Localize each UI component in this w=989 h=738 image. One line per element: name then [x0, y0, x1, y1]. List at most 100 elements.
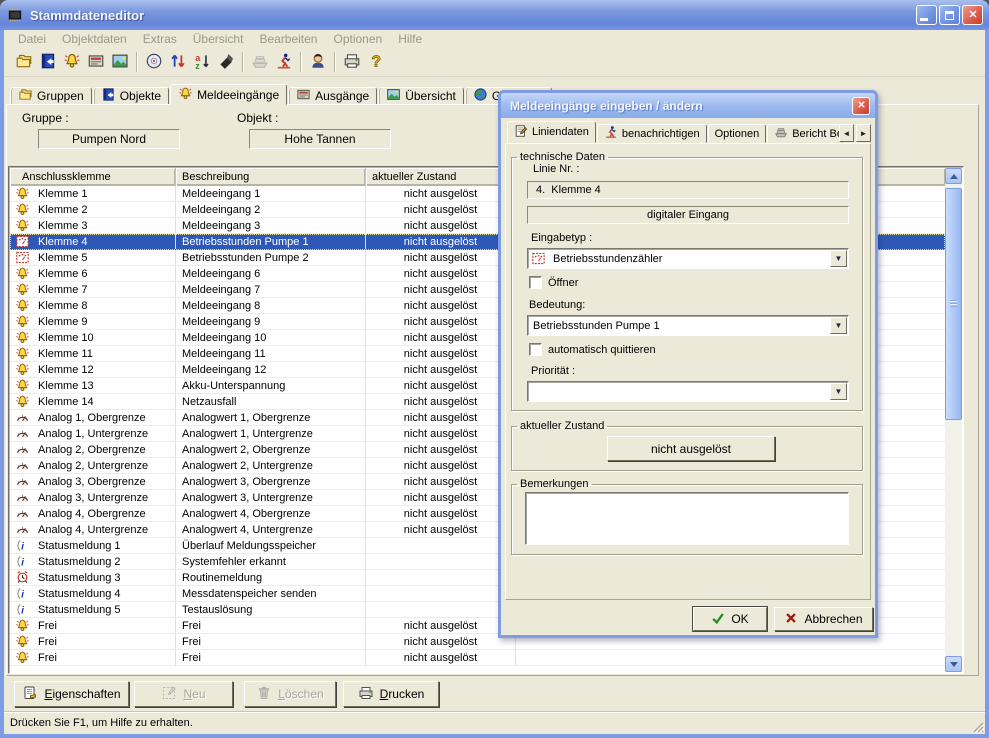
bedeutung-combo[interactable]: Betriebsstunden Pumpe 1 ▼ — [527, 315, 849, 336]
menu-item-3[interactable]: Übersicht — [185, 32, 252, 46]
maximize-button[interactable] — [939, 5, 960, 25]
tab-objekte[interactable]: Objekte — [93, 87, 169, 105]
scroll-down-button[interactable] — [945, 656, 962, 672]
gauge-icon — [15, 490, 30, 505]
bell-icon — [15, 378, 30, 393]
az-icon: az — [193, 52, 211, 73]
toolbar-objects-button[interactable] — [36, 50, 60, 74]
tab-meldeeing-nge[interactable]: Meldeeingänge — [170, 84, 287, 105]
zustand-cell: nicht ausgelöst — [366, 234, 516, 249]
beschreibung-cell: Messdatenspeicher senden — [176, 586, 366, 601]
toolbar-notify-button[interactable] — [272, 50, 296, 74]
toolbar-sort-button[interactable] — [166, 50, 190, 74]
status-bar: Drücken Sie F1, um Hilfe zu erhalten. — [4, 711, 985, 734]
dialog-tab-strip: LiniendatenbenachrichtigenOptionenBerich… — [507, 121, 844, 143]
gauge-icon — [15, 442, 30, 457]
toolbar-sort-az-button[interactable]: az — [190, 50, 214, 74]
quittieren-checkbox[interactable] — [529, 343, 542, 356]
menu-item-6[interactable]: Hilfe — [390, 32, 430, 46]
menu-item-2[interactable]: Extras — [135, 32, 185, 46]
dialog-tab-benachrichtigen[interactable]: benachrichtigen — [597, 124, 707, 143]
prioritaet-dropdown-button[interactable]: ▼ — [830, 383, 847, 400]
toolbar-overview-button[interactable] — [108, 50, 132, 74]
eraser-icon — [217, 52, 235, 73]
tab--bersicht[interactable]: Übersicht — [378, 87, 464, 105]
zustand-cell: nicht ausgelöst — [366, 202, 516, 217]
close-button[interactable] — [962, 5, 983, 25]
bedeutung-dropdown-button[interactable]: ▼ — [830, 317, 847, 334]
table-row[interactable]: FreiFreinicht ausgelöst — [10, 650, 945, 666]
footer-eigenschaften-button[interactable]: Eigenschaften — [14, 681, 129, 707]
window-titlebar[interactable]: Stammdateneditor — [0, 0, 989, 30]
gauge-icon — [15, 410, 30, 425]
main-tab-strip: Gruppen ObjekteMeldeeingängeAusgängeÜbers… — [10, 84, 553, 105]
dialog-tab-optionen[interactable]: Optionen — [708, 124, 767, 143]
menu-bar: DateiObjektdatenExtrasÜbersichtBearbeite… — [4, 30, 985, 48]
eingang-art-field: digitaler Eingang — [527, 206, 849, 224]
dialog-tab-liniendaten[interactable]: Liniendaten — [507, 121, 596, 143]
menu-item-5[interactable]: Optionen — [325, 32, 390, 46]
column-header-zustand[interactable]: aktueller Zustand — [366, 168, 516, 186]
tab-label: Gruppen — [37, 89, 84, 103]
vertical-scrollbar[interactable] — [945, 168, 962, 672]
anschlussklemme-cell: Klemme 12 — [38, 364, 94, 376]
minimize-icon — [920, 18, 928, 21]
footer-loeschen-button[interactable]: Löschen — [244, 681, 336, 707]
column-header-anschlussklemme[interactable]: Anschlussklemme — [10, 168, 176, 186]
footer-neu-button[interactable]: Neu — [134, 681, 233, 707]
sort-icon — [169, 52, 187, 73]
toolbar-erase-button[interactable] — [214, 50, 238, 74]
toolbar-print-button[interactable] — [340, 50, 364, 74]
anschlussklemme-cell: Analog 1, Untergrenze — [38, 428, 148, 440]
toolbar-open-groups-button[interactable] — [12, 50, 36, 74]
tab-scroll-left-button[interactable]: ◄ — [839, 124, 854, 142]
column-header-beschreibung[interactable]: Beschreibung — [176, 168, 366, 186]
menu-item-4[interactable]: Bearbeiten — [251, 32, 325, 46]
beschreibung-cell: Meldeeingang 8 — [176, 298, 366, 313]
footer-drucken-button[interactable]: Drucken — [343, 681, 439, 707]
info-icon: i — [15, 602, 30, 617]
scroll-up-button[interactable] — [945, 168, 962, 184]
eingabetyp-combo[interactable]: Betriebsstundenzähler ▼ — [527, 248, 849, 269]
toolbar-help-button[interactable]: ? — [364, 50, 388, 74]
beschreibung-cell: Analogwert 1, Obergrenze — [176, 410, 366, 425]
bemerkungen-textarea[interactable] — [525, 492, 849, 545]
tab-scroll-right-button[interactable]: ► — [856, 124, 871, 142]
toolbar-message-inputs-button[interactable] — [60, 50, 84, 74]
beschreibung-cell: Analogwert 3, Untergrenze — [176, 490, 366, 505]
anschlussklemme-cell: Klemme 8 — [38, 300, 88, 312]
anschlussklemme-cell: Klemme 11 — [38, 348, 93, 360]
svg-text:?: ? — [372, 53, 382, 69]
prioritaet-combo[interactable]: ▼ — [527, 381, 849, 402]
anschlussklemme-cell: Klemme 1 — [38, 188, 88, 200]
zustand-button[interactable]: nicht ausgelöst — [607, 436, 775, 461]
close-icon — [967, 8, 979, 23]
anschlussklemme-cell: Frei — [38, 620, 57, 632]
toolbar-disc-button[interactable] — [142, 50, 166, 74]
eingabetyp-dropdown-button[interactable]: ▼ — [830, 250, 847, 267]
gauge-icon — [15, 522, 30, 537]
menu-item-0[interactable]: Datei — [10, 32, 54, 46]
minimize-button[interactable] — [916, 5, 937, 25]
menu-item-1[interactable]: Objektdaten — [54, 32, 135, 46]
toolbar-outputs-button[interactable] — [84, 50, 108, 74]
dialog-titlebar[interactable]: Meldeeingänge eingeben / ändern — [501, 93, 875, 118]
dialog-tab-bericht-be[interactable]: Bericht Be — [767, 124, 843, 143]
zustand-cell: nicht ausgelöst — [366, 218, 516, 233]
scrollbar-thumb[interactable] — [945, 188, 962, 420]
zustand-cell: nicht ausgelöst — [366, 506, 516, 521]
beschreibung-cell: Betriebsstunden Pumpe 2 — [176, 250, 366, 265]
tab-gruppen[interactable]: Gruppen — [10, 87, 92, 105]
resize-grip-icon[interactable] — [971, 720, 984, 733]
trash-icon — [256, 685, 272, 704]
gauge-icon — [15, 474, 30, 489]
abbrechen-button[interactable]: Abbrechen — [774, 607, 873, 631]
oeffner-checkbox[interactable] — [529, 276, 542, 289]
tab-ausg-nge[interactable]: Ausgänge — [288, 87, 377, 105]
toolbar-report-button[interactable] — [248, 50, 272, 74]
toolbar-person-button[interactable] — [306, 50, 330, 74]
dialog-close-button[interactable] — [852, 97, 870, 115]
info-icon: i — [15, 554, 30, 569]
ok-button[interactable]: OK — [693, 607, 767, 631]
beschreibung-cell: Meldeeingang 2 — [176, 202, 366, 217]
